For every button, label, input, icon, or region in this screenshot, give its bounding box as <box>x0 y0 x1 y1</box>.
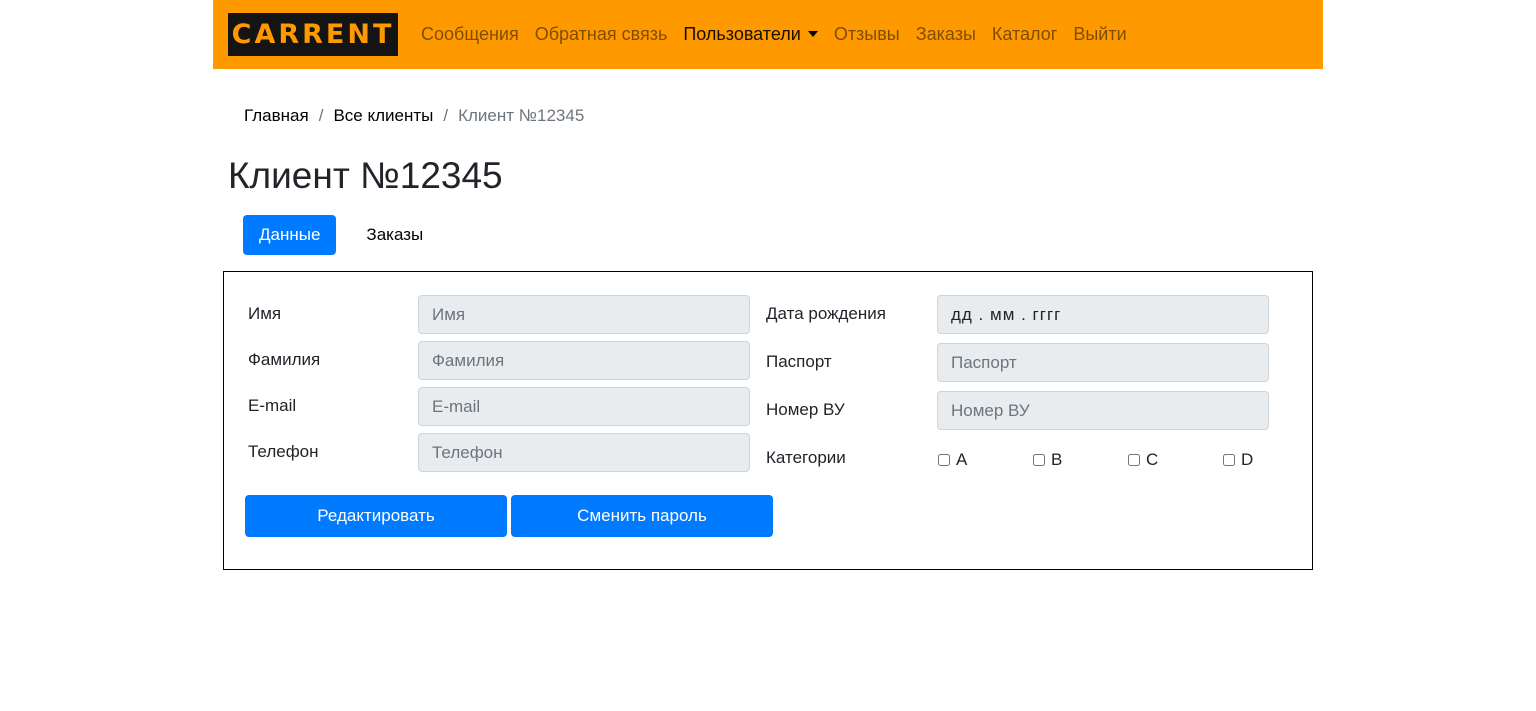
nav-item-users-dropdown[interactable]: Пользователи <box>675 24 825 45</box>
breadcrumb-current: Клиент №12345 <box>458 106 585 125</box>
category-a[interactable]: A <box>938 450 967 470</box>
tab-data[interactable]: Данные <box>243 215 337 255</box>
client-data-panel: Имя Фамилия E-mail Телефон Дата рождения… <box>223 271 1313 570</box>
categories-label: Категории <box>766 448 846 467</box>
birth-date-label: Дата рождения <box>766 304 886 323</box>
page-title: Клиент №12345 <box>228 155 503 196</box>
breadcrumb-all-clients[interactable]: Все клиенты <box>333 106 433 126</box>
nav-item-orders[interactable]: Заказы <box>908 24 984 45</box>
nav-item-logout[interactable]: Выйти <box>1065 24 1134 45</box>
email-input[interactable] <box>418 387 750 426</box>
category-d-checkbox[interactable] <box>1223 454 1235 466</box>
category-c-checkbox[interactable] <box>1128 454 1140 466</box>
category-c-label: C <box>1146 450 1159 469</box>
category-b-label: B <box>1051 450 1063 469</box>
nav-item-catalog[interactable]: Каталог <box>984 24 1065 45</box>
last-name-label: Фамилия <box>248 350 321 369</box>
category-a-label: A <box>956 450 968 469</box>
passport-label: Паспорт <box>766 352 832 371</box>
phone-input[interactable] <box>418 433 750 472</box>
nav-item-reviews[interactable]: Отзывы <box>826 24 908 45</box>
change-password-button[interactable]: Сменить пароль <box>511 495 773 537</box>
nav-item-messages[interactable]: Сообщения <box>413 24 527 45</box>
breadcrumb-separator: / <box>443 106 449 125</box>
breadcrumb: Главная / Все клиенты / Клиент №12345 <box>244 106 584 126</box>
breadcrumb-separator: / <box>318 106 324 125</box>
birth-date-placeholder: дд . мм . гггг <box>951 304 1062 324</box>
last-name-input[interactable] <box>418 341 750 380</box>
category-b-checkbox[interactable] <box>1033 454 1045 466</box>
edit-button[interactable]: Редактировать <box>245 495 507 537</box>
phone-label: Телефон <box>248 442 319 461</box>
first-name-label: Имя <box>248 304 282 323</box>
category-c[interactable]: C <box>1128 450 1158 470</box>
category-d-label: D <box>1241 450 1254 469</box>
first-name-input[interactable] <box>418 295 750 334</box>
nav-item-users-label: Пользователи <box>683 24 801 44</box>
nav-links: Сообщения Обратная связь Пользователи От… <box>413 0 1135 69</box>
tab-orders[interactable]: Заказы <box>350 215 439 255</box>
category-b[interactable]: B <box>1033 450 1062 470</box>
brand-logo-text: CARRENT <box>231 19 395 50</box>
license-label: Номер ВУ <box>766 400 845 419</box>
brand-logo[interactable]: CARRENT <box>228 13 398 56</box>
email-label: E-mail <box>248 396 297 415</box>
birth-date-input[interactable]: дд . мм . гггг <box>937 295 1269 334</box>
passport-input[interactable] <box>937 343 1269 382</box>
breadcrumb-home[interactable]: Главная <box>244 106 309 126</box>
category-d[interactable]: D <box>1223 450 1253 470</box>
license-number-input[interactable] <box>937 391 1269 430</box>
top-navbar: CARRENT Сообщения Обратная связь Пользов… <box>213 0 1323 69</box>
caret-down-icon <box>807 31 818 37</box>
category-a-checkbox[interactable] <box>938 454 950 466</box>
tabs: Данные Заказы <box>243 215 439 255</box>
nav-item-feedback[interactable]: Обратная связь <box>527 24 676 45</box>
